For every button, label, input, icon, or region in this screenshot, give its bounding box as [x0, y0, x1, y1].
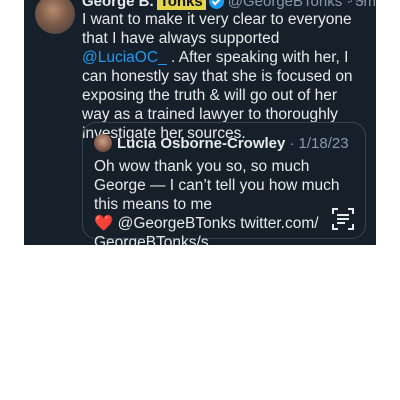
author-handle[interactable]: @GeorgeBTonks	[228, 0, 342, 10]
tweet-text-part1: I want to make it very clear to everyone…	[82, 11, 352, 47]
heart-emoji: ❤️	[94, 215, 114, 232]
quoted-tweet[interactable]: Lucia Osborne-Crowley · 1/18/23 Oh wow t…	[82, 122, 366, 245]
scan-text-icon[interactable]	[330, 206, 356, 232]
quoted-author-name: Lucia Osborne-Crowley	[117, 134, 286, 152]
quoted-author-avatar	[94, 134, 112, 152]
more-options-icon[interactable]: ···	[349, 0, 366, 8]
author-avatar[interactable]	[35, 0, 75, 34]
highlighted-name-text: Tonks	[156, 0, 206, 10]
mention-link[interactable]: @LuciaOC_	[82, 49, 167, 66]
author-name[interactable]: George B.	[82, 0, 154, 10]
verified-badge-icon	[208, 0, 224, 9]
quoted-header: Lucia Osborne-Crowley · 1/18/23	[117, 134, 349, 152]
tweet-card[interactable]: George B. Tonks @GeorgeBTonks · 3m ··· I…	[24, 0, 376, 245]
quoted-text-line: Oh wow thank you so, so much George — I …	[94, 158, 340, 213]
tweet-header: George B. Tonks @GeorgeBTonks · 3m	[82, 0, 376, 10]
quoted-text-tail: @GeorgeBTonks twitter.com/ GeorgeBTonks/…	[94, 215, 319, 245]
quoted-text: Oh wow thank you so, so much George — I …	[94, 157, 356, 245]
quoted-date: · 1/18/23	[289, 134, 349, 152]
